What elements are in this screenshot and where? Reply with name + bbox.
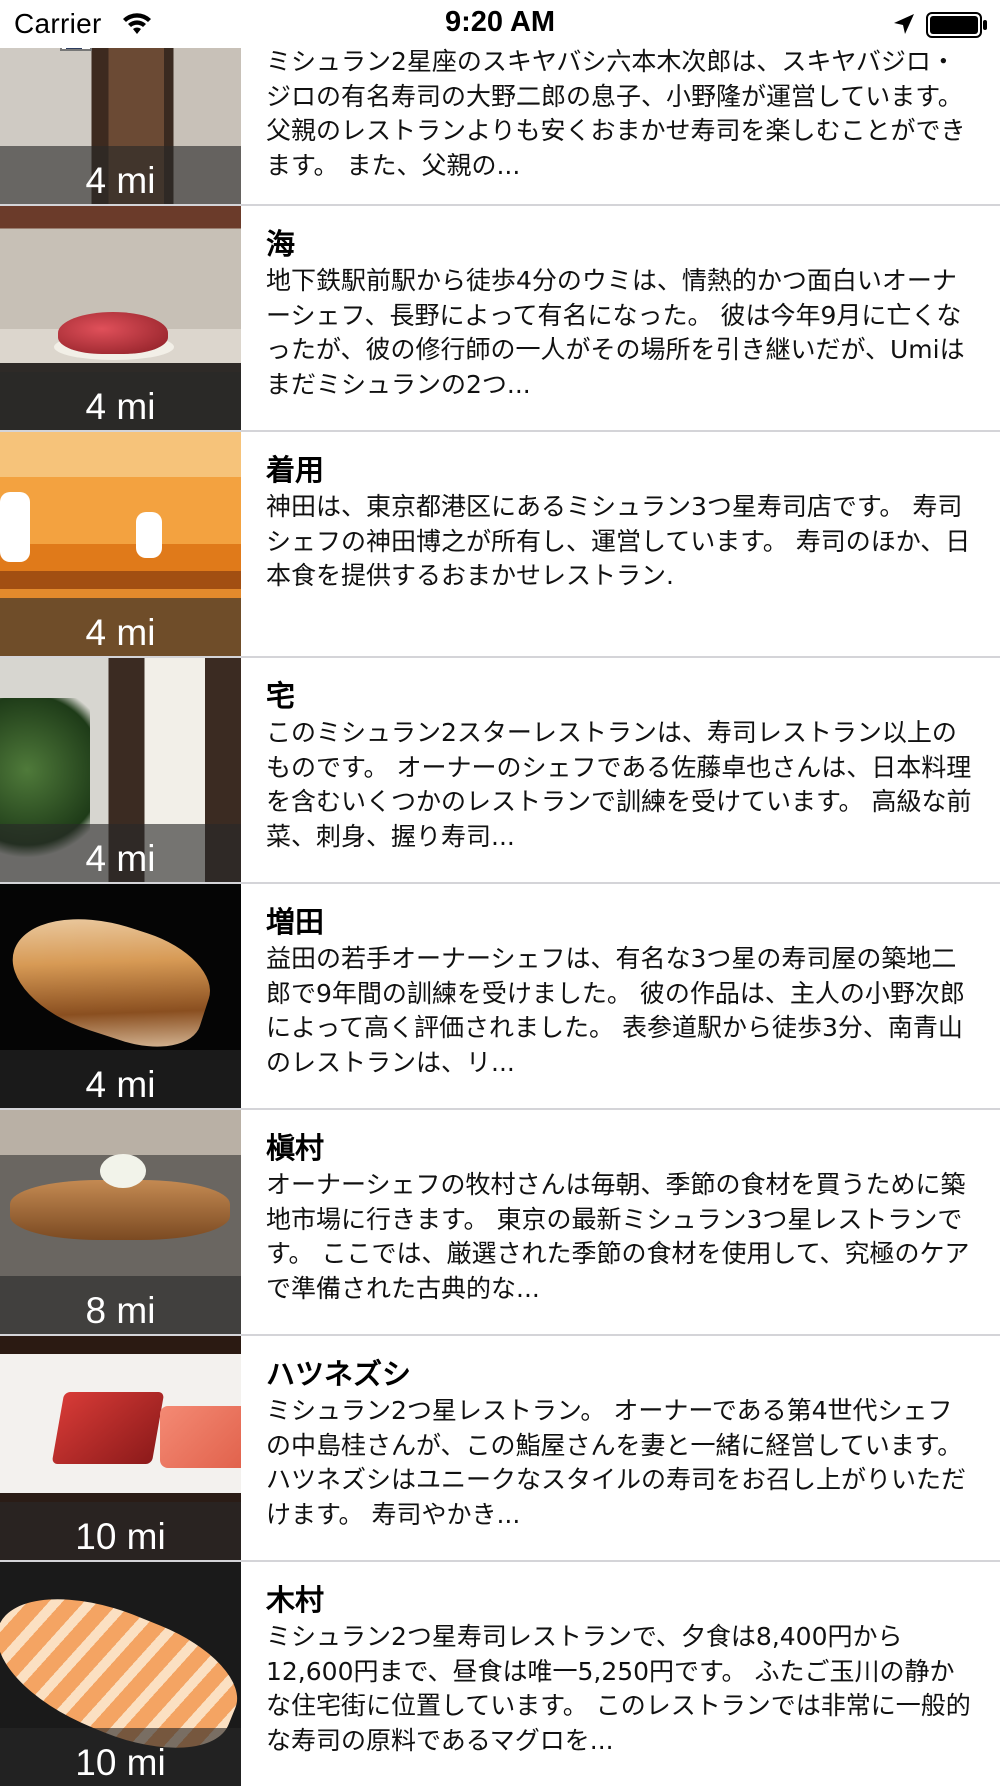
restaurant-description: ミシュラン2つ星レストラン。 オーナーである第4世代シェフの中島桂さんが、この鮨…: [266, 1396, 967, 1529]
restaurant-name: 着用: [266, 453, 325, 487]
restaurant-row[interactable]: 4 mi 増田 益田の若手オーナーシェフは、有名な3つ星の寿司屋の築地二郎で9年…: [0, 882, 1000, 1108]
restaurant-name: 木村: [266, 1583, 325, 1617]
restaurant-row[interactable]: 4 mi 着用 神田は、東京都港区にあるミシュラン3つ星寿司店です。 寿司シェフ…: [0, 430, 1000, 656]
restaurant-name: 増田: [266, 905, 325, 939]
restaurant-description: ミシュラン2つ星寿司レストランで、夕食は8,400円から12,600円まで、昼食…: [266, 1622, 971, 1755]
restaurant-description: 神田は、東京都港区にあるミシュラン3つ星寿司店です。 寿司シェフの神田博之が所有…: [266, 492, 971, 590]
restaurant-description: ミシュラン2星座のスキヤバシ六本木次郎は、スキヤバジロ・ジロの有名寿司の大野二郎…: [266, 47, 966, 180]
restaurant-name: ハツネズシ: [266, 1357, 412, 1391]
restaurant-list[interactable]: 4 mi ミシュラン2星座のスキヤバシ六本木次郎は、スキヤバジロ・ジロの有名寿司…: [0, 0, 1000, 1786]
restaurant-photo: 10 mi: [0, 1562, 241, 1786]
restaurant-description: オーナーシェフの牧村さんは毎朝、季節の食材を買うために築地市場に行きます。 東京…: [266, 1170, 970, 1303]
restaurant-photo: 4 mi: [0, 432, 241, 656]
restaurant-description: このミシュラン2スターレストランは、寿司レストラン以上のものです。 オーナーのシ…: [266, 718, 972, 851]
status-bar: Carrier 9:20 AM: [0, 0, 1000, 48]
location-icon: [894, 14, 914, 34]
restaurant-description: 地下鉄駅前駅から徒歩4分のウミは、情熱的かつ面白いオーナーシェフ、長野によって有…: [266, 266, 965, 399]
restaurant-row[interactable]: 4 mi 宅 このミシュラン2スターレストランは、寿司レストラン以上のものです。…: [0, 656, 1000, 882]
restaurant-photo: 4 mi: [0, 658, 241, 882]
restaurant-description: 益田の若手オーナーシェフは、有名な3つ星の寿司屋の築地二郎で9年間の訓練を受けま…: [266, 944, 965, 1077]
distance-label: 4 mi: [85, 1064, 156, 1105]
distance-label: 4 mi: [85, 160, 156, 201]
distance-label: 8 mi: [85, 1290, 156, 1331]
restaurant-row[interactable]: 8 mi 槇村 オーナーシェフの牧村さんは毎朝、季節の食材を買うために築地市場に…: [0, 1108, 1000, 1334]
distance-label: 4 mi: [85, 386, 156, 427]
restaurant-photo: 4 mi: [0, 206, 241, 430]
distance-label: 4 mi: [85, 838, 156, 879]
distance-label: 4 mi: [85, 612, 156, 653]
restaurant-row[interactable]: 10 mi ハツネズシ ミシュラン2つ星レストラン。 オーナーである第4世代シェ…: [0, 1334, 1000, 1560]
restaurant-name: 海: [266, 227, 296, 261]
restaurant-photo: 10 mi: [0, 1336, 241, 1560]
clock: 9:20 AM: [444, 6, 556, 38]
restaurant-photo: 8 mi: [0, 1110, 241, 1334]
restaurant-row[interactable]: 4 mi 海 地下鉄駅前駅から徒歩4分のウミは、情熱的かつ面白いオーナーシェフ、…: [0, 204, 1000, 430]
restaurant-photo: 4 mi: [0, 884, 241, 1108]
distance-label: 10 mi: [75, 1516, 166, 1557]
restaurant-name: 槇村: [266, 1131, 325, 1165]
restaurant-name: 宅: [266, 679, 296, 713]
battery-icon: [926, 12, 987, 38]
restaurant-row[interactable]: 10 mi 木村 ミシュラン2つ星寿司レストランで、夕食は8,400円から12,…: [0, 1560, 1000, 1786]
